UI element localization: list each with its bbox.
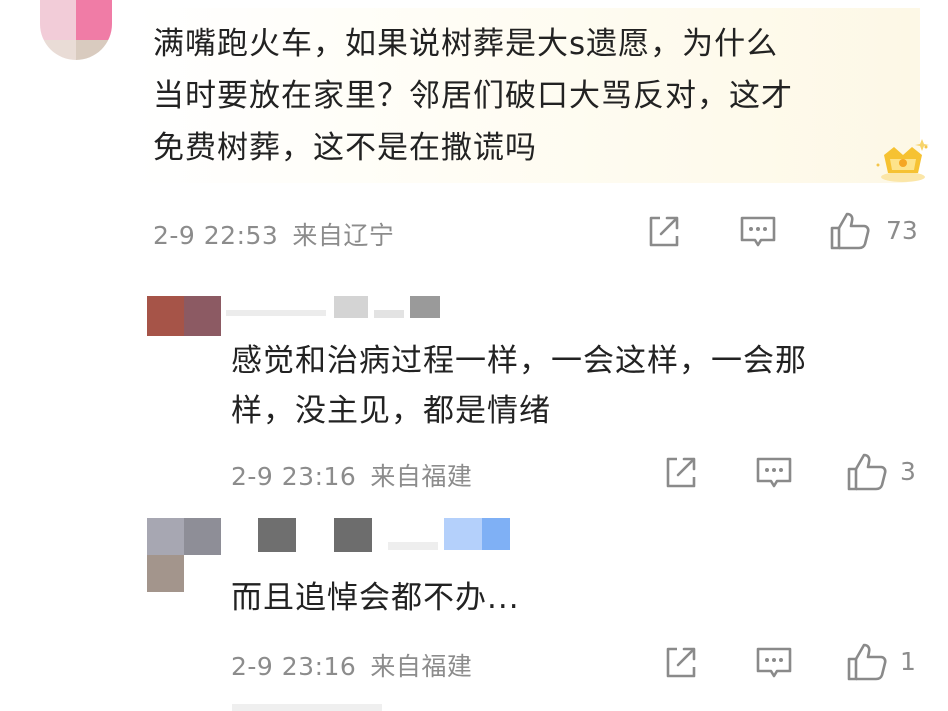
reply-text: 感觉和治病过程一样，一会这样，一会那 样，没主见，都是情绪 xyxy=(231,336,807,436)
share-icon[interactable] xyxy=(663,645,699,681)
comment-icon[interactable] xyxy=(755,455,793,491)
username[interactable] xyxy=(226,296,456,322)
reply-text-line: 样，没主见，都是情绪 xyxy=(231,393,551,429)
comment-icon[interactable] xyxy=(739,214,777,250)
comment-text: 满嘴跑火车，如果说树葬是大s遗愿，为什么 当时要放在家里？邻居们破口大骂反对，这… xyxy=(153,18,893,174)
reply-meta: 2-9 23:16 来自福建 xyxy=(231,457,472,493)
location: 来自辽宁 xyxy=(292,221,395,250)
location: 来自福建 xyxy=(370,652,473,681)
comment-icon[interactable] xyxy=(755,645,793,681)
timestamp: 2-9 23:16 xyxy=(231,462,357,491)
like-count: 73 xyxy=(886,216,918,245)
timestamp: 2-9 22:53 xyxy=(153,221,279,250)
next-reply-placeholder xyxy=(232,704,382,711)
thumbs-up-icon[interactable] xyxy=(846,451,888,493)
reply-text-line: 感觉和治病过程一样，一会这样，一会那 xyxy=(231,343,807,379)
comment-meta: 2-9 22:53 来自辽宁 xyxy=(153,216,394,252)
comment-text-line: 满嘴跑火车，如果说树葬是大s遗愿，为什么 xyxy=(153,26,779,62)
avatar[interactable] xyxy=(147,296,221,336)
reply-text-line: 而且追悼会都不办... xyxy=(231,580,520,616)
crown-badge-icon xyxy=(876,139,929,182)
thumbs-up-icon[interactable] xyxy=(846,641,888,683)
avatar[interactable] xyxy=(147,518,221,592)
timestamp: 2-9 23:16 xyxy=(231,652,357,681)
thumbs-up-icon[interactable] xyxy=(829,210,871,252)
avatar[interactable] xyxy=(40,0,112,60)
username[interactable] xyxy=(258,518,518,554)
share-icon[interactable] xyxy=(663,455,699,491)
reply-meta: 2-9 23:16 来自福建 xyxy=(231,647,472,683)
location: 来自福建 xyxy=(370,462,473,491)
share-icon[interactable] xyxy=(646,214,682,250)
comment-text-line: 当时要放在家里？邻居们破口大骂反对，这才 xyxy=(153,78,793,114)
like-count: 3 xyxy=(900,457,916,486)
reply-text: 而且追悼会都不办... xyxy=(231,573,520,623)
like-count: 1 xyxy=(900,647,916,676)
comment-thread: 满嘴跑火车，如果说树葬是大s遗愿，为什么 当时要放在家里？邻居们破口大骂反对，这… xyxy=(0,0,948,711)
comment-text-line: 免费树葬，这不是在撒谎吗 xyxy=(153,130,537,166)
